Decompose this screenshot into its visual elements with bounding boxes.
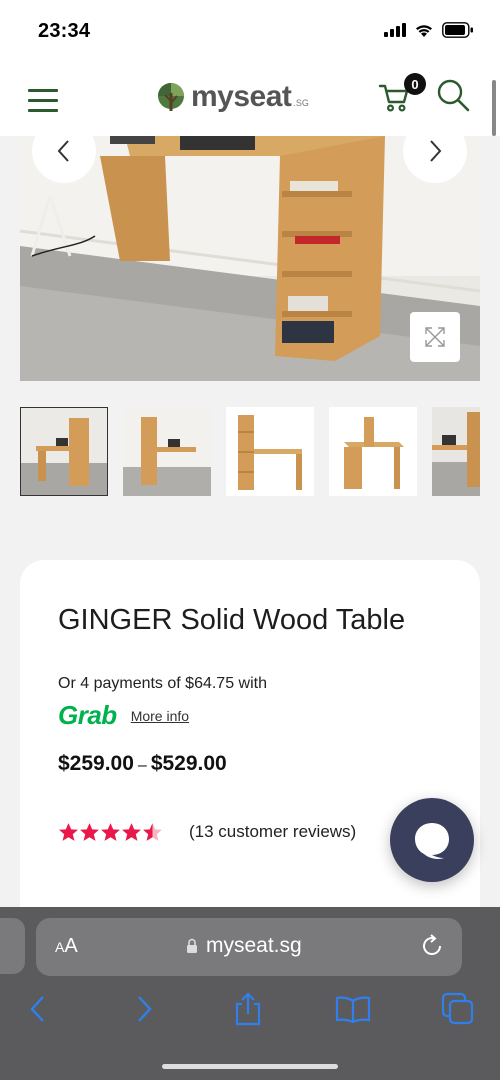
share-icon [235,992,261,1026]
battery-icon [442,22,473,38]
more-info-link[interactable]: More info [131,708,189,724]
chevron-left-icon [30,996,44,1022]
star-icon [80,823,99,841]
thumbnail-2[interactable] [123,407,211,496]
url-text: myseat.sg [206,934,302,957]
browser-nav-toolbar [0,989,500,1039]
url-display[interactable]: myseat.sg [186,934,302,958]
book-icon [335,996,371,1023]
search-icon [437,79,470,112]
logo-suffix: .SG [293,98,309,108]
site-header: myseat .SG 0 [0,62,500,136]
home-indicator [162,1064,338,1069]
star-icon [143,823,162,841]
price-min: $259.00 [58,752,134,775]
back-button[interactable] [18,989,58,1029]
bookmarks-button[interactable] [333,989,373,1029]
reviews-link[interactable]: (13 customer reviews) [189,822,356,842]
installments-text: Or 4 payments of $64.75 with [58,675,267,692]
status-bar: 23:34 [0,0,500,62]
star-icon [101,823,120,841]
tabs-icon [441,992,474,1025]
thumbnail-4[interactable] [329,407,417,496]
chat-button[interactable] [390,798,474,882]
price-range: $259.00– $529.00 [58,752,227,776]
tabs-button[interactable] [438,989,478,1029]
price-max: $529.00 [150,752,227,775]
grab-logo: Grab [58,700,117,730]
rating-row[interactable]: (13 customer reviews) [58,822,356,842]
chevron-right-icon [430,140,442,162]
grab-pay-row: Grab More info [58,700,189,731]
reader-settings-button[interactable]: AA [55,935,78,958]
star-icon [122,823,141,841]
lock-icon [187,938,197,953]
site-logo[interactable]: myseat .SG [155,80,309,114]
star-rating [58,822,163,842]
thumbnail-3[interactable] [226,407,314,496]
search-button[interactable] [436,78,472,114]
cart-count-badge: 0 [404,73,426,95]
chevron-left-icon [57,140,69,162]
address-bar[interactable]: AA myseat.sg [36,918,462,976]
menu-icon[interactable] [28,89,58,113]
status-icons [384,22,474,38]
chat-bubble-icon [415,823,449,859]
zoom-button[interactable] [410,312,460,362]
browser-toolbar: AA myseat.sg [0,907,500,1080]
cart-button[interactable]: 0 [378,73,426,118]
reload-button[interactable] [420,933,446,964]
aa-big: A [64,935,78,957]
share-button[interactable] [228,989,268,1029]
scroll-indicator [492,80,496,136]
reload-icon [423,934,442,955]
thumbnail-1[interactable] [20,407,108,496]
logo-text: myseat [191,80,292,113]
status-time: 23:34 [38,20,91,42]
thumbnail-strip [20,407,480,497]
star-icon [59,823,78,841]
price-separator: – [137,757,147,774]
expand-icon [425,327,445,347]
product-title: GINGER Solid Wood Table [58,604,406,636]
thumbnail-5[interactable] [432,407,480,496]
aa-small: A [55,939,65,955]
forward-button[interactable] [124,989,164,1029]
tree-logo-icon [158,83,184,111]
previous-tab-peek[interactable] [0,918,25,974]
signal-icon [384,23,406,37]
wifi-icon [416,24,432,37]
chevron-right-icon [138,996,152,1022]
